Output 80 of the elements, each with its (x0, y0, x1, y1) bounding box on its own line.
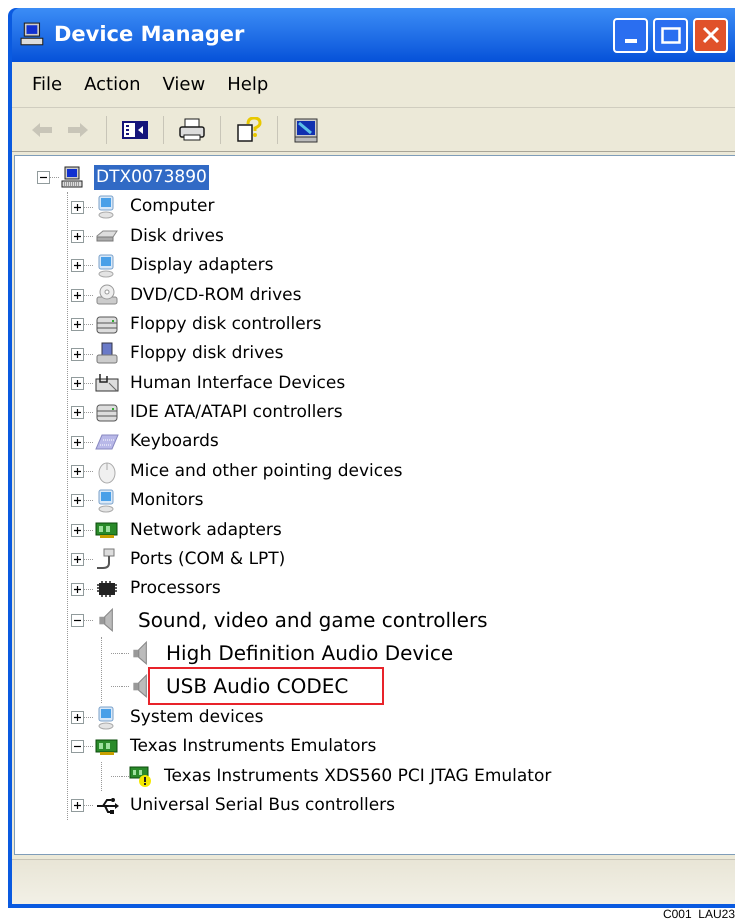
expand-toggle[interactable] (71, 553, 84, 566)
minimize-icon (624, 38, 636, 42)
tree-item-label[interactable]: IDE ATA/ATAPI controllers (128, 400, 345, 426)
plus-icon (73, 555, 82, 564)
tree-item-label[interactable]: DVD/CD-ROM drives (128, 282, 304, 308)
expand-toggle[interactable] (71, 376, 84, 390)
tree-item-label[interactable]: Human Interface Devices (128, 370, 348, 396)
expand-toggle[interactable] (71, 740, 84, 754)
expand-toggle[interactable] (37, 171, 50, 184)
tree-item-label[interactable]: Computer (128, 194, 217, 220)
expand-toggle[interactable] (71, 799, 84, 812)
tree-item-label[interactable]: Texas Instruments Emulators (128, 734, 378, 760)
tree-item-label[interactable]: Display adapters (128, 253, 276, 279)
document-question-icon (236, 116, 262, 142)
plus-icon (73, 378, 82, 388)
plus-icon (73, 202, 82, 212)
tree-item-label[interactable]: Disk drives (128, 224, 226, 250)
menu-item[interactable]: File (26, 71, 68, 98)
disc-drive-icon (95, 283, 119, 308)
tree-item-label[interactable]: Floppy disk controllers (128, 312, 324, 338)
expand-toggle[interactable] (71, 348, 84, 361)
tree-item-label[interactable]: Mice and other pointing devices (128, 458, 404, 484)
expand-toggle[interactable] (71, 406, 84, 420)
expand-toggle[interactable] (71, 524, 84, 537)
plus-icon (73, 467, 82, 476)
computer-icon (61, 166, 85, 190)
tree-item-label[interactable]: Sound, video and game controllers (136, 605, 490, 636)
circuit-board-warning-icon (129, 764, 153, 788)
expand-toggle[interactable] (71, 436, 84, 449)
back-arrow-icon (31, 122, 53, 138)
plus-icon (73, 584, 82, 594)
expand-toggle[interactable] (71, 318, 84, 332)
tree-item-label[interactable]: High Definition Audio Device (164, 638, 456, 668)
tree-item-label[interactable]: Network adapters (128, 518, 284, 544)
window-title: Device Manager (54, 21, 246, 48)
computer-icon (20, 22, 46, 48)
tree-item-label[interactable]: Monitors (128, 488, 206, 514)
figure-label: C001 LAU23 (662, 906, 735, 923)
expand-toggle[interactable] (71, 259, 84, 272)
menu-item[interactable]: Action (78, 71, 146, 98)
plus-icon (73, 496, 82, 506)
floppy-drive-icon (95, 342, 119, 366)
expand-toggle[interactable] (71, 200, 84, 214)
expand-toggle[interactable] (71, 465, 84, 478)
forward-arrow-icon (67, 122, 89, 138)
panel-icon (122, 120, 148, 138)
tree-item-label[interactable]: Keyboards (128, 429, 221, 455)
plus-icon (73, 232, 82, 241)
plus-icon (73, 713, 82, 722)
expand-toggle[interactable] (71, 711, 84, 724)
minimize-button[interactable] (613, 18, 648, 52)
tree-item-label[interactable]: Ports (COM & LPT) (128, 547, 288, 573)
tree-item-label[interactable]: Universal Serial Bus controllers (128, 792, 398, 818)
plus-icon (73, 290, 82, 300)
plus-icon (73, 320, 82, 330)
menu-item[interactable]: Help (221, 71, 274, 98)
plus-icon (73, 261, 82, 270)
menu-item[interactable]: View (156, 71, 212, 98)
tree-item-label[interactable]: System devices (128, 704, 266, 730)
plus-icon (73, 438, 82, 447)
maximize-button[interactable] (653, 18, 688, 52)
tree-item-label[interactable]: USB Audio CODEC (164, 671, 350, 702)
expand-toggle[interactable] (71, 582, 84, 596)
expand-toggle[interactable] (71, 288, 84, 302)
close-icon (702, 26, 720, 44)
expand-toggle[interactable] (71, 230, 84, 243)
plus-icon (73, 408, 82, 418)
tree-item-label[interactable]: Floppy disk drives (128, 341, 286, 367)
plus-icon (73, 526, 82, 535)
tree-item-label[interactable]: Processors (128, 576, 223, 602)
tree-item-label[interactable]: Texas Instruments XDS560 PCI JTAG Emulator (162, 764, 554, 790)
expand-toggle[interactable] (71, 614, 84, 627)
monitor-wrench-icon (293, 116, 319, 142)
plus-icon (73, 801, 82, 810)
tree-item-label[interactable]: DTX0073890 (94, 164, 209, 190)
close-button[interactable] (693, 18, 728, 52)
printer-icon (178, 118, 206, 142)
plus-icon (73, 350, 82, 359)
maximize-icon (660, 26, 680, 44)
expand-toggle[interactable] (71, 494, 84, 508)
